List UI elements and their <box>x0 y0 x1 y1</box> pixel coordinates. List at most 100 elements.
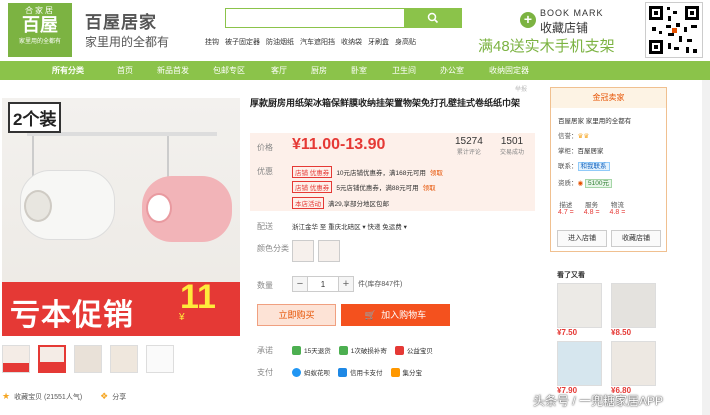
nav-bathroom[interactable]: 卫生间 <box>392 65 416 76</box>
nav-new-arrivals[interactable]: 新品首发 <box>157 65 189 76</box>
qty-input[interactable]: 1 <box>308 276 338 292</box>
repair-icon <box>338 345 348 355</box>
seller-scores: 描述 4.7 = 服务 4.8 = 物流 4.8 = <box>558 199 625 216</box>
shop-logo[interactable]: 合家居 百屋 家里用的全都有 <box>8 3 72 57</box>
crown-icon: ♛♛ <box>577 133 590 140</box>
color-option[interactable] <box>318 240 340 262</box>
buy-now-button[interactable]: 立即购买 <box>257 304 336 326</box>
bookmark-en[interactable]: BOOK MARK <box>540 8 604 18</box>
payment-item[interactable]: 集分宝 <box>390 367 423 377</box>
score-value: 4.8 = <box>609 209 626 216</box>
stock-text: 件(库存847件) <box>358 281 403 288</box>
thumbnail[interactable] <box>74 345 102 373</box>
payment-item[interactable]: 蚂蚁花呗 <box>292 367 330 377</box>
color-option[interactable] <box>292 240 314 262</box>
payment-text: 集分宝 <box>402 370 423 377</box>
score-desc: 描述 4.7 = <box>558 199 574 216</box>
color-options <box>292 240 340 262</box>
brand-slogan: 家里用的全都有 <box>85 35 170 49</box>
coupon-claim-link[interactable]: 领取 <box>430 167 443 177</box>
hot-link[interactable]: 汽车遮阳挡 <box>300 37 335 47</box>
score-label: 描述 <box>559 202 573 209</box>
promo-banner-text[interactable]: 满48送实木手机支架 <box>478 35 615 56</box>
qual-row: 资质：◉ 5100元 <box>558 177 612 188</box>
sales-count: 1501 <box>500 136 524 147</box>
credit-card-icon <box>338 367 347 377</box>
search-icon <box>427 12 439 24</box>
report-link[interactable]: 举报 <box>515 84 527 93</box>
enter-shop-button[interactable]: 进入店铺 <box>557 230 607 247</box>
see-also-grid: ¥7.50 ¥8.50 ¥7.90 ¥6.80 <box>557 283 659 395</box>
add-to-cart-label: 加入购物车 <box>381 310 427 320</box>
see-also-item[interactable]: ¥7.50 <box>557 283 605 337</box>
promise-item[interactable]: 公益宝贝 <box>394 345 433 355</box>
main-product-image[interactable]: 2个装 亏本促销 ¥ 11 <box>2 98 240 336</box>
reviews-stat[interactable]: 15274 累计评论 <box>455 136 483 156</box>
paper-roll-core <box>146 193 172 223</box>
nav-home[interactable]: 首页 <box>117 65 133 76</box>
nav-living-room[interactable]: 客厅 <box>271 65 287 76</box>
share-icon[interactable]: ❖ <box>100 391 108 402</box>
qty-plus-button[interactable]: + <box>338 276 354 292</box>
star-icon[interactable]: ★ <box>2 391 10 402</box>
hot-link[interactable]: 牙刷盒 <box>368 37 389 47</box>
nav-bedroom[interactable]: 卧室 <box>351 65 367 76</box>
see-also-item[interactable]: ¥6.80 <box>611 341 659 395</box>
nav-storage[interactable]: 收纳固定器 <box>489 65 529 76</box>
banner-text: 亏本促销 <box>10 299 134 332</box>
add-to-cart-button[interactable]: 🛒 加入购物车 <box>341 304 450 326</box>
payment-text: 蚂蚁花呗 <box>304 370 330 377</box>
search-button[interactable] <box>404 8 462 28</box>
bookmark-shop-link[interactable]: 收藏店铺 <box>540 19 588 36</box>
ship-label: 配送 <box>257 222 273 231</box>
activity-text: 满29,享部分地区包邮 <box>328 201 390 208</box>
hot-link[interactable]: 收纳袋 <box>341 37 362 47</box>
qual-label: 资质： <box>558 180 578 187</box>
shop-name[interactable]: 百屋居家 家里用的全都有 <box>558 115 631 125</box>
hot-link[interactable]: 防油烟纸 <box>266 37 294 47</box>
credit-row: 信誉：♛♛ <box>558 130 589 140</box>
hot-link[interactable]: 身高贴 <box>395 37 416 47</box>
coupon-tag: 店铺 优惠券 <box>292 166 333 178</box>
paper-roll-core <box>24 190 52 222</box>
scrollbar[interactable] <box>702 80 710 415</box>
promise-item[interactable]: 15天退货 <box>292 345 331 355</box>
thumbnail[interactable] <box>146 345 174 373</box>
sales-stat: 1501 交易成功 <box>500 136 524 156</box>
nav-office[interactable]: 办公室 <box>440 65 464 76</box>
search-input[interactable] <box>225 8 405 28</box>
contact-button[interactable]: 和我联系 <box>577 162 610 171</box>
keeper-value[interactable]: 百屋居家 <box>578 148 604 155</box>
see-also-item[interactable]: ¥8.50 <box>611 283 659 337</box>
see-also-image <box>557 341 602 386</box>
see-also-image <box>611 283 656 328</box>
payment-item[interactable]: 信用卡支付 <box>338 367 383 377</box>
contact-row: 联系： 和我联系 <box>558 160 610 171</box>
coupon-claim-link[interactable]: 领取 <box>423 182 436 192</box>
banner-price: 11 <box>180 278 216 316</box>
hot-link[interactable]: 被子固定器 <box>225 37 260 47</box>
thumbnail[interactable] <box>2 345 30 373</box>
collect-shop-button[interactable]: 收藏店铺 <box>611 230 661 247</box>
promise-item[interactable]: 1次破损补寄 <box>338 345 387 355</box>
qty-minus-button[interactable]: − <box>292 276 308 292</box>
score-value: 4.8 = <box>583 209 600 216</box>
nav-kitchen[interactable]: 厨房 <box>311 65 327 76</box>
thumbnail[interactable] <box>110 345 138 373</box>
see-also-item[interactable]: ¥7.90 <box>557 341 605 395</box>
favorite-link[interactable]: 收藏宝贝 (21551人气) <box>14 392 82 402</box>
nav-free-shipping[interactable]: 包邮专区 <box>213 65 245 76</box>
watermark-text: 头条号 / 一兜糖家居APP <box>533 394 664 408</box>
nav-all-categories[interactable]: 所有分类 <box>52 65 84 76</box>
see-also-image <box>611 341 656 386</box>
hot-link[interactable]: 挂钩 <box>205 37 219 47</box>
ship-value[interactable]: 浙江金华 至 重庆北碚区 ▾ 快递 免运费 ▾ <box>292 221 407 231</box>
qual-icon: ◉ <box>577 180 584 187</box>
score-label: 服务 <box>585 202 599 209</box>
thumbnail-active[interactable] <box>38 345 66 373</box>
share-link[interactable]: 分享 <box>112 392 126 402</box>
plus-icon[interactable]: + <box>520 12 536 28</box>
cart-icon: 🛒 <box>364 310 377 320</box>
huabei-icon <box>292 367 301 377</box>
main-nav: 所有分类 首页 新品首发 包邮专区 客厅 厨房 卧室 卫生间 办公室 收纳固定器 <box>0 61 710 80</box>
